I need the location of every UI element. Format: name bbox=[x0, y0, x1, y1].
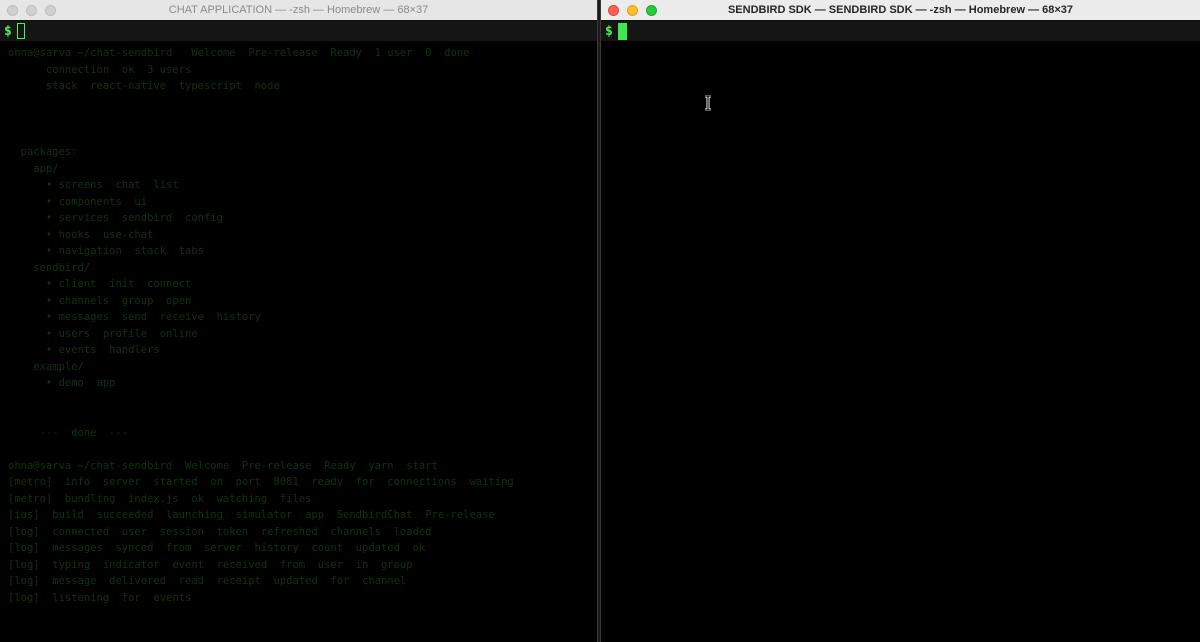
residual-output-line: sendbird/ bbox=[8, 261, 91, 274]
residual-output-line: example/ bbox=[8, 360, 84, 373]
residual-output-line: [log] message delivered read receipt upd… bbox=[8, 575, 407, 587]
residual-output-line: • channels group open bbox=[8, 294, 192, 307]
close-button[interactable] bbox=[608, 5, 619, 16]
minimize-button[interactable] bbox=[26, 5, 37, 16]
terminal-window-sendbird-sdk[interactable]: SENDBIRD SDK — SENDBIRD SDK — -zsh — Hom… bbox=[600, 0, 1200, 642]
terminal-output[interactable]: $ bbox=[601, 21, 1200, 642]
shell-prompt: $ bbox=[4, 23, 12, 39]
terminal-output[interactable]: $ ohna@sarva ~/chat-sendbird Welcome Pre… bbox=[0, 21, 597, 642]
command-line[interactable]: $ bbox=[4, 22, 25, 40]
residual-output-line: [log] typing indicator event received fr… bbox=[8, 558, 413, 571]
prompt-row bbox=[601, 21, 1200, 41]
terminal-window-chat-application[interactable]: CHAT APPLICATION — -zsh — Homebrew — 68×… bbox=[0, 0, 598, 642]
titlebar[interactable]: CHAT APPLICATION — -zsh — Homebrew — 68×… bbox=[0, 0, 597, 21]
residual-output-line: [metro] info server started on port 8081… bbox=[8, 476, 514, 488]
residual-output-line: • components ui bbox=[8, 195, 148, 208]
titlebar[interactable]: SENDBIRD SDK — SENDBIRD SDK — -zsh — Hom… bbox=[601, 0, 1200, 21]
window-title: CHAT APPLICATION — -zsh — Homebrew — 68×… bbox=[168, 4, 429, 16]
command-line[interactable]: $ bbox=[605, 22, 627, 40]
text-cursor bbox=[16, 23, 25, 39]
desktop: CHAT APPLICATION — -zsh — Homebrew — 68×… bbox=[0, 0, 1200, 642]
residual-output-line: • hooks use-chat bbox=[8, 228, 154, 241]
prompt-row bbox=[0, 21, 597, 41]
text-cursor bbox=[617, 22, 627, 40]
residual-output: ohna@sarva ~/chat-sendbird Welcome Pre-r… bbox=[0, 43, 597, 642]
ibeam-cursor-icon bbox=[705, 95, 711, 111]
maximize-button[interactable] bbox=[646, 5, 657, 16]
residual-output-line: ohna@sarva ~/chat-sendbird Welcome Pre-r… bbox=[8, 47, 470, 59]
residual-output-line: • demo app bbox=[8, 377, 116, 389]
residual-output-line: stack react-native typescript node bbox=[8, 80, 280, 92]
close-button[interactable] bbox=[7, 5, 18, 16]
residual-output-line: • screens chat list bbox=[8, 179, 179, 191]
residual-output-line: [metro] bundling index.js ok watching fi… bbox=[8, 492, 312, 505]
residual-output-line: • users profile online bbox=[8, 327, 198, 340]
residual-output-line: • messages send receive history bbox=[8, 311, 261, 323]
residual-output-line: • navigation stack tabs bbox=[8, 245, 204, 257]
window-controls bbox=[608, 5, 657, 16]
residual-output-line: --- done --- bbox=[8, 426, 129, 439]
window-title: SENDBIRD SDK — SENDBIRD SDK — -zsh — Hom… bbox=[727, 4, 1074, 16]
window-controls bbox=[7, 5, 56, 16]
residual-output-line: • client init connect bbox=[8, 278, 192, 290]
minimize-button[interactable] bbox=[627, 5, 638, 16]
residual-output-line: [log] connected user session token refre… bbox=[8, 525, 432, 538]
residual-output-line: ohna@sarva ~/chat-sendbird Welcome Pre-r… bbox=[8, 459, 438, 472]
residual-output-line: packages: bbox=[8, 146, 78, 158]
residual-output-line: [ios] build succeeded launching simulato… bbox=[8, 509, 495, 521]
shell-prompt: $ bbox=[605, 23, 613, 39]
residual-output-line: • events handlers bbox=[8, 344, 160, 356]
residual-output-line: [log] listening for events bbox=[8, 591, 192, 604]
maximize-button[interactable] bbox=[45, 5, 56, 16]
residual-output-line: app/ bbox=[8, 162, 59, 175]
residual-output-line: [log] messages synced from server histor… bbox=[8, 542, 426, 554]
residual-output-line: • services sendbird config bbox=[8, 212, 223, 224]
residual-output-line: connection ok 3 users bbox=[8, 63, 192, 76]
